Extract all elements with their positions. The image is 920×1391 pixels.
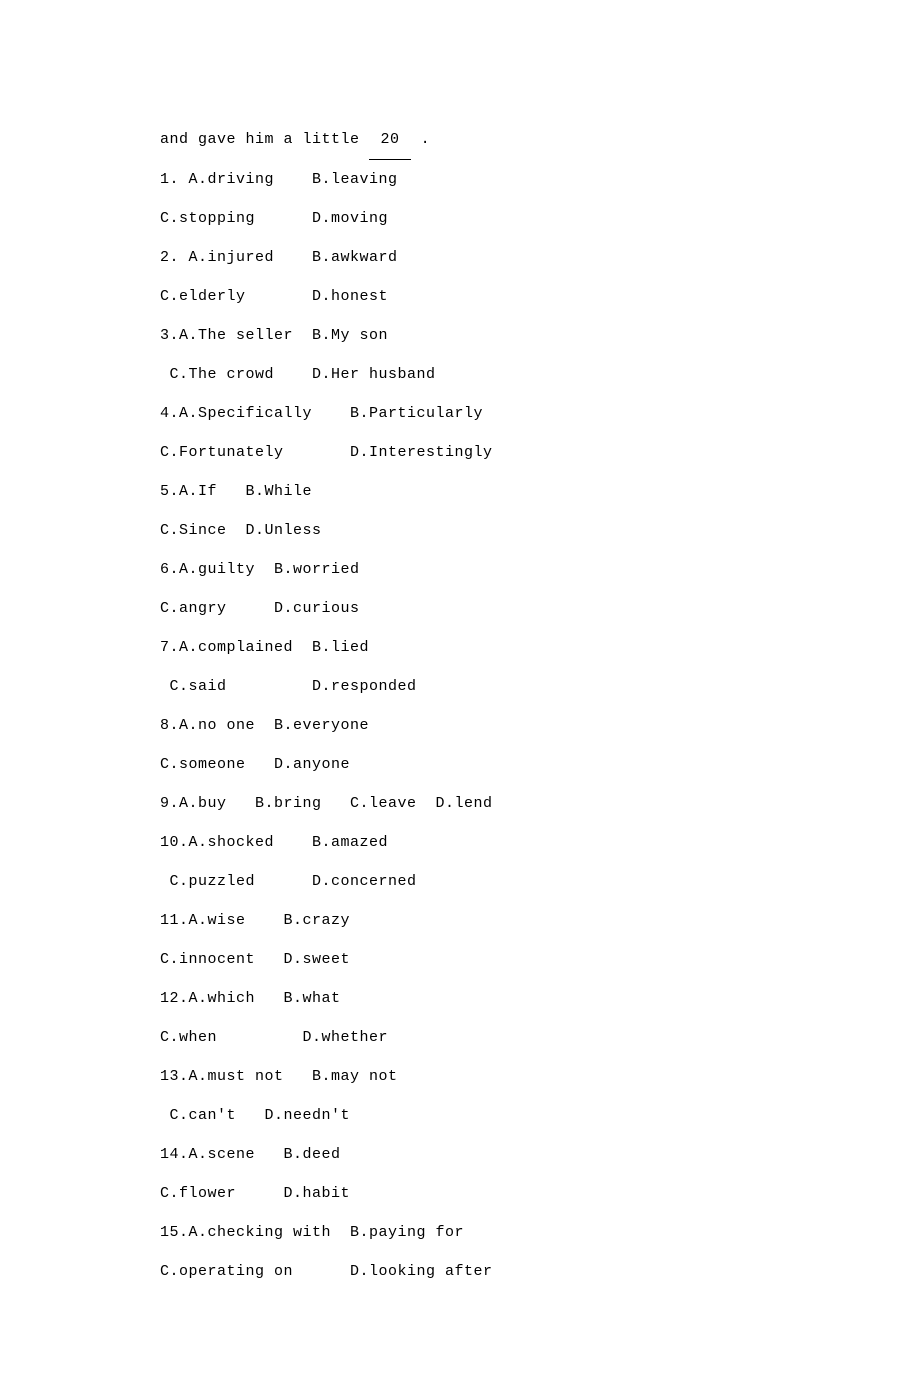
question-line: 5.A.If B.While bbox=[160, 472, 760, 511]
question-line: 1. A.driving B.leaving bbox=[160, 160, 760, 199]
question-line: 14.A.scene B.deed bbox=[160, 1135, 760, 1174]
question-line: 13.A.must not B.may not bbox=[160, 1057, 760, 1096]
intro-suffix: . bbox=[411, 131, 430, 148]
question-line: 10.A.shocked B.amazed bbox=[160, 823, 760, 862]
question-line: C.operating on D.looking after bbox=[160, 1252, 760, 1291]
question-line: C.puzzled D.concerned bbox=[160, 862, 760, 901]
question-line: 11.A.wise B.crazy bbox=[160, 901, 760, 940]
question-line: 2. A.injured B.awkward bbox=[160, 238, 760, 277]
question-line: C.when D.whether bbox=[160, 1018, 760, 1057]
question-line: 15.A.checking with B.paying for bbox=[160, 1213, 760, 1252]
question-line: C.Since D.Unless bbox=[160, 511, 760, 550]
question-line: C.stopping D.moving bbox=[160, 199, 760, 238]
question-line: C.said D.responded bbox=[160, 667, 760, 706]
question-line: C.angry D.curious bbox=[160, 589, 760, 628]
intro-prefix: and gave him a little bbox=[160, 131, 369, 148]
question-line: C.The crowd D.Her husband bbox=[160, 355, 760, 394]
intro-line: and gave him a little 20 . bbox=[160, 120, 760, 160]
fill-blank-20: 20 bbox=[369, 120, 411, 160]
question-line: 9.A.buy B.bring C.leave D.lend bbox=[160, 784, 760, 823]
question-line: 8.A.no one B.everyone bbox=[160, 706, 760, 745]
question-line: C.Fortunately D.Interestingly bbox=[160, 433, 760, 472]
document-page: and gave him a little 20 . 1. A.driving … bbox=[0, 0, 920, 1391]
question-line: C.can't D.needn't bbox=[160, 1096, 760, 1135]
question-line: 12.A.which B.what bbox=[160, 979, 760, 1018]
question-line: C.elderly D.honest bbox=[160, 277, 760, 316]
question-line: C.someone D.anyone bbox=[160, 745, 760, 784]
question-line: 7.A.complained B.lied bbox=[160, 628, 760, 667]
question-line: 4.A.Specifically B.Particularly bbox=[160, 394, 760, 433]
question-line: 3.A.The seller B.My son bbox=[160, 316, 760, 355]
question-line: C.flower D.habit bbox=[160, 1174, 760, 1213]
question-line: 6.A.guilty B.worried bbox=[160, 550, 760, 589]
question-line: C.innocent D.sweet bbox=[160, 940, 760, 979]
